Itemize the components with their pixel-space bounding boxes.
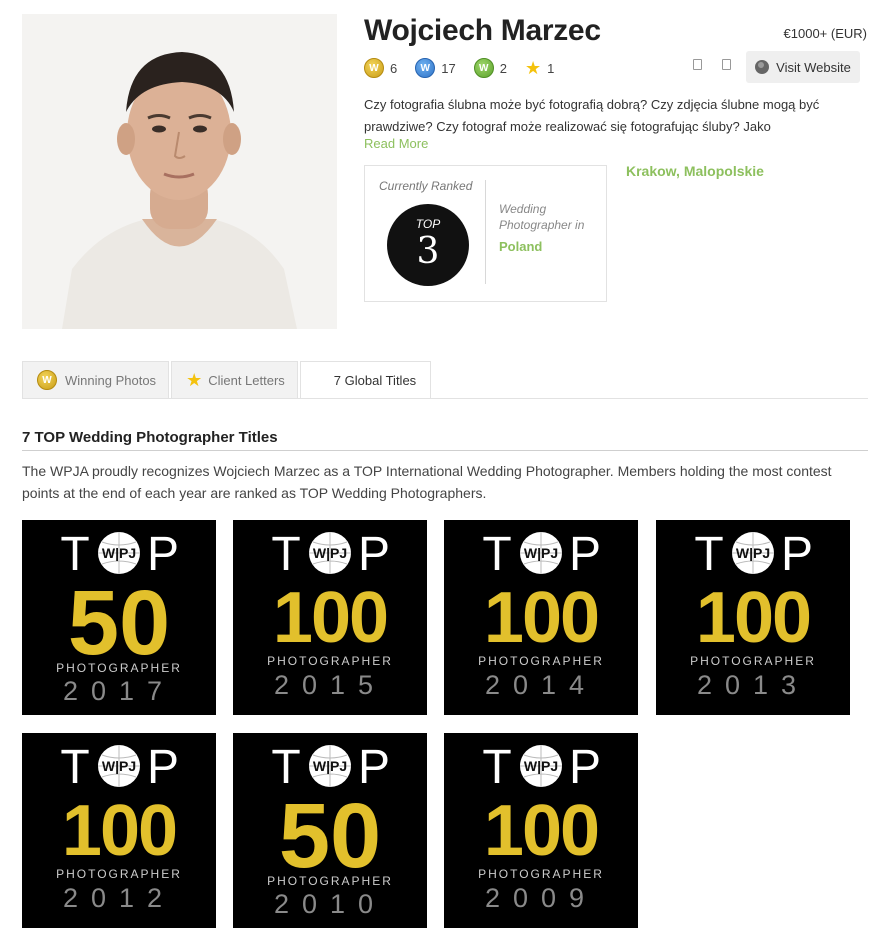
- award-year: 2017: [63, 676, 175, 706]
- star-badge-count-value: 1: [547, 60, 555, 76]
- gold-w-badge-icon: W: [37, 370, 57, 390]
- award-tile[interactable]: T W|PJ P 50 PHOTOGRAPHER 2010: [233, 733, 427, 928]
- blue-badge-count[interactable]: W 17: [415, 58, 456, 78]
- read-more-link[interactable]: Read More: [364, 136, 428, 151]
- award-year: 2014: [485, 670, 597, 700]
- award-year: 2010: [274, 889, 386, 919]
- price-range: €1000+ (EUR): [783, 26, 867, 41]
- award-logo-text: W|PJ: [313, 545, 347, 561]
- tabs-divider: [22, 398, 868, 399]
- award-label: PHOTOGRAPHER: [56, 661, 182, 675]
- award-tile[interactable]: T W|PJ P 100 PHOTOGRAPHER 2013: [656, 520, 850, 715]
- tab-client-letters[interactable]: ★ Client Letters: [171, 361, 298, 399]
- green-w-badge-icon: W: [473, 58, 494, 78]
- award-logo-text: W|PJ: [102, 545, 136, 561]
- award-rank-number: 50: [68, 572, 170, 674]
- share-icons: [693, 59, 731, 70]
- award-label: PHOTOGRAPHER: [267, 654, 393, 668]
- bookmark-icon[interactable]: [722, 59, 731, 70]
- star-icon: ★: [524, 58, 542, 78]
- gold-w-badge-icon: W: [364, 58, 384, 78]
- tab-label: 7 Global Titles: [333, 372, 417, 388]
- award-year: 2013: [697, 670, 809, 700]
- award-label: PHOTOGRAPHER: [56, 867, 182, 881]
- award-logo-text: W|PJ: [524, 545, 558, 561]
- tab-global-titles[interactable]: 7 Global Titles: [299, 361, 432, 399]
- location-link[interactable]: Krakow, Malopolskie: [626, 163, 764, 179]
- section-divider: [22, 450, 868, 451]
- award-label: PHOTOGRAPHER: [690, 654, 816, 668]
- award-tile[interactable]: T W|PJ P 100 PHOTOGRAPHER 2015: [233, 520, 427, 715]
- rank-country[interactable]: Poland: [499, 239, 542, 254]
- green-badge-count-value: 2: [499, 60, 507, 76]
- green-badge-count[interactable]: W 2: [473, 58, 507, 78]
- award-label: PHOTOGRAPHER: [267, 874, 393, 888]
- gold-badge-count-value: 6: [390, 60, 398, 76]
- rank-divider: [485, 180, 486, 284]
- award-logo-text: W|PJ: [102, 758, 136, 774]
- award-rank-number: 100: [273, 578, 387, 658]
- visit-website-button[interactable]: Visit Website: [746, 51, 860, 83]
- rank-number: 3: [416, 231, 440, 272]
- award-tile[interactable]: T W|PJ P 100 PHOTOGRAPHER 2009: [444, 733, 638, 928]
- award-rank-number: 100: [484, 578, 598, 658]
- award-top-letter: T: [271, 528, 300, 581]
- award-rank-number: 50: [279, 785, 381, 887]
- award-tile[interactable]: T W|PJ P 100 PHOTOGRAPHER 2012: [22, 733, 216, 928]
- tab-winning-photos[interactable]: W Winning Photos: [22, 361, 170, 399]
- award-year: 2012: [63, 883, 175, 913]
- award-label: PHOTOGRAPHER: [478, 654, 604, 668]
- award-top-letter: P: [358, 528, 390, 581]
- rank-category: Wedding Photographer in: [499, 202, 585, 232]
- award-rank-number: 100: [62, 791, 176, 871]
- award-top-letter: P: [147, 741, 179, 794]
- visit-website-label: Visit Website: [776, 59, 851, 75]
- tab-label: Client Letters: [208, 372, 285, 388]
- photographer-name: Wojciech Marzec: [364, 14, 601, 47]
- rank-label: Currently Ranked: [379, 179, 473, 193]
- current-rank-box: Currently Ranked TOP 3 Wedding Photograp…: [364, 165, 607, 302]
- blue-w-badge-icon: W: [415, 58, 436, 78]
- award-year: 2015: [274, 670, 386, 700]
- award-year: 2009: [485, 883, 597, 913]
- section-description: The WPJA proudly recognizes Wojciech Mar…: [22, 463, 832, 501]
- rank-circle: TOP 3: [387, 204, 469, 286]
- facebook-icon[interactable]: [693, 59, 702, 70]
- award-badges: W 6 W 17 W 2 ★ 1: [364, 58, 572, 78]
- profile-photo: [22, 14, 337, 329]
- award-top-letter: P: [781, 528, 813, 581]
- award-rank-number: 100: [484, 791, 598, 871]
- award-rank-number: 100: [696, 578, 810, 658]
- award-top-letter: T: [694, 528, 723, 581]
- award-logo-text: W|PJ: [524, 758, 558, 774]
- award-top-letter: P: [569, 741, 601, 794]
- award-logo-text: W|PJ: [736, 545, 770, 561]
- star-badge-count[interactable]: ★ 1: [525, 59, 554, 77]
- award-tile[interactable]: T W|PJ P 50 PHOTOGRAPHER 2017: [22, 520, 216, 715]
- award-top-letter: T: [482, 528, 511, 581]
- section-title: 7 TOP Wedding Photographer Titles: [22, 429, 278, 446]
- award-logo-text: W|PJ: [313, 758, 347, 774]
- gold-badge-count[interactable]: W 6: [364, 58, 397, 78]
- award-top-letter: P: [569, 528, 601, 581]
- profile-tabs: W Winning Photos ★ Client Letters 7 Glob…: [22, 361, 433, 399]
- tab-label: Winning Photos: [65, 372, 157, 388]
- award-top-letter: T: [60, 741, 89, 794]
- award-label: PHOTOGRAPHER: [478, 867, 604, 881]
- bio-text: Czy fotografia ślubna może być fotografi…: [364, 97, 820, 134]
- star-icon: ★: [186, 370, 203, 390]
- award-top-letter: T: [482, 741, 511, 794]
- globe-icon: [755, 60, 770, 74]
- rank-top-word: TOP: [415, 217, 441, 231]
- award-tile[interactable]: T W|PJ P 100 PHOTOGRAPHER 2014: [444, 520, 638, 715]
- blue-badge-count-value: 17: [441, 60, 456, 76]
